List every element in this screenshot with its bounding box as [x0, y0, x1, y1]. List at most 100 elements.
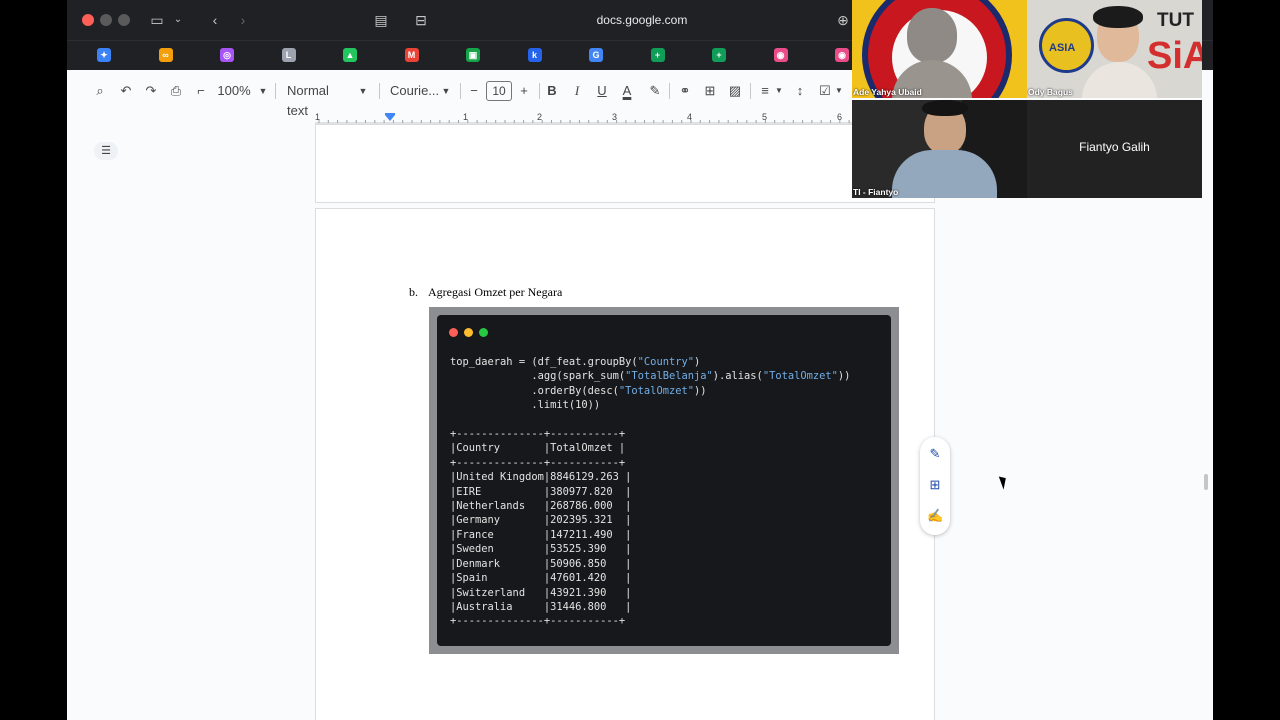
code-line: |Sweden |53525.390 | [450, 543, 632, 556]
decrease-font-size-icon[interactable]: − [467, 81, 481, 101]
code-line: |Germany |202395.321 | [450, 514, 632, 527]
redo-icon[interactable]: ↷ [142, 81, 160, 101]
chevron-down-icon[interactable]: ▼ [774, 81, 784, 101]
link-icon[interactable]: ⚭ [677, 81, 693, 101]
code-block: top_daerah = (df_feat.groupBy("Country")… [450, 355, 850, 629]
code-line: .agg(spark_sum("TotalBelanja").alias("To… [450, 370, 851, 383]
chevron-down-icon[interactable]: ▼ [357, 81, 369, 101]
vertical-scrollbar[interactable] [1204, 474, 1208, 490]
search-menus-icon[interactable]: ⌕ [91, 81, 109, 101]
code-line: |Switzerland |43921.390 | [450, 586, 632, 599]
code-screenshot-image[interactable]: top_daerah = (df_feat.groupBy("Country")… [429, 307, 899, 654]
asia-logo-text: ASIA [1049, 42, 1076, 54]
paint-format-icon[interactable]: ⌐ [192, 81, 210, 101]
bold-button[interactable]: B [545, 81, 559, 101]
dribbble-icon[interactable]: ◉ [773, 48, 788, 62]
code-line: |Spain |47601.420 | [450, 572, 632, 585]
paragraph-style-select[interactable]: Normal text [287, 81, 353, 118]
chevron-down-icon[interactable]: ⌄ [171, 10, 185, 30]
forward-button[interactable]: › [233, 10, 253, 30]
edit-suggest-icon[interactable]: ✎ [927, 446, 943, 462]
video-tile-participant-3[interactable]: TI - Fiantyo [852, 100, 1027, 198]
divider [669, 83, 670, 99]
align-icon[interactable]: ≡ [757, 81, 773, 101]
ruler[interactable]: 1 1 2 3 4 5 6 [315, 112, 855, 124]
print-icon[interactable]: ⎙ [167, 81, 185, 101]
close-window-button[interactable] [82, 14, 94, 26]
line-spacing-icon[interactable]: ↕ [791, 81, 809, 101]
divider [750, 83, 751, 99]
divider [275, 83, 276, 99]
dribbble-icon-2[interactable]: ◉ [835, 48, 849, 62]
participant-face [907, 8, 957, 63]
participant-hair [922, 100, 968, 116]
floating-side-toolbar: ✎ ⊞ ✍ [920, 437, 950, 535]
first-line-indent-icon[interactable] [385, 113, 395, 115]
sheets-icon[interactable]: + [650, 48, 665, 62]
code-line: |Australia |31446.800 | [450, 600, 632, 613]
chevron-down-icon[interactable]: ▼ [834, 81, 844, 101]
video-tile-participant-1[interactable]: Ade Yahya Ubaid [852, 0, 1027, 98]
folder-icon[interactable]: ▣ [466, 48, 480, 62]
code-line: |EIRE |380977.820 | [450, 485, 632, 498]
chevron-down-icon[interactable]: ▼ [257, 81, 269, 101]
document-page-previous[interactable] [315, 124, 935, 203]
minimize-dot-icon [464, 328, 473, 337]
letter-k-icon[interactable]: k [527, 48, 542, 62]
ruler-number: 3 [612, 112, 618, 122]
ruler-number: 5 [762, 112, 768, 122]
zoom-select[interactable]: 100% [217, 81, 251, 101]
drive-icon[interactable]: ▲ [343, 48, 357, 62]
code-line: +--------------+-----------+ [450, 456, 626, 469]
suggest-edits-icon[interactable]: ✍ [927, 508, 943, 524]
undo-icon[interactable]: ↶ [117, 81, 135, 101]
reader-icon[interactable]: ⊟ [411, 10, 431, 30]
text-color-button[interactable]: A [620, 81, 634, 101]
participant-name: Ody Bagus [1028, 87, 1073, 97]
app-icon[interactable]: ◎ [220, 48, 234, 62]
italic-button[interactable]: I [570, 81, 584, 101]
ruler-number: 6 [837, 112, 843, 122]
minimize-window-button[interactable] [100, 14, 112, 26]
heading-text: Agregasi Omzet per Negara [428, 285, 563, 299]
divider [379, 83, 380, 99]
divider [539, 83, 540, 99]
letter-l-icon[interactable]: L [281, 48, 296, 62]
code-line: |Country |TotalOmzet | [450, 442, 626, 455]
checklist-icon[interactable]: ☑ [817, 81, 833, 101]
chevron-down-icon[interactable]: ▼ [440, 81, 452, 101]
docs-tab-icon[interactable]: ▤ [371, 10, 391, 30]
gmail-icon[interactable]: M [404, 48, 419, 62]
back-button[interactable]: ‹ [205, 10, 225, 30]
extension-icon[interactable]: ⊕ [835, 10, 851, 30]
font-select[interactable]: Courie... [390, 81, 440, 101]
highlight-icon[interactable]: ✎ [647, 81, 663, 101]
sheets-icon-2[interactable]: + [712, 48, 726, 62]
maximize-window-button[interactable] [118, 14, 130, 26]
increase-font-size-icon[interactable]: + [517, 81, 531, 101]
list-item-heading[interactable]: b. Agregasi Omzet per Negara [409, 285, 562, 300]
code-line: |Denmark |50906.850 | [450, 557, 632, 570]
divider [460, 83, 461, 99]
add-comment-icon[interactable]: ⊞ [927, 477, 943, 493]
video-tile-participant-4[interactable]: Fiantyo Galih [1027, 100, 1202, 198]
gemini-icon[interactable]: ✦ [97, 48, 111, 62]
document-outline-icon[interactable]: ☰ [94, 142, 118, 160]
code-line: |Netherlands |268786.000 | [450, 500, 632, 513]
font-size-input[interactable]: 10 [486, 81, 512, 101]
address-bar[interactable]: docs.google.com [447, 10, 837, 30]
ruler-number: 4 [687, 112, 693, 122]
sidebar-toggle-icon[interactable]: ▭ [147, 10, 167, 30]
browser-window: ▭ ⌄ ‹ › ▤ ⊟ docs.google.com ⊕ ✦ ∞ ◎ L ▲ M ▣ k G +… [67, 0, 1213, 720]
underline-button[interactable]: U [595, 81, 609, 101]
participant-hair [1093, 6, 1143, 28]
close-dot-icon [449, 328, 458, 337]
infinity-icon[interactable]: ∞ [158, 48, 173, 62]
google-icon[interactable]: G [589, 48, 603, 62]
insert-image-icon[interactable]: ▨ [727, 81, 743, 101]
code-line: +--------------+-----------+ [450, 615, 626, 628]
code-line: top_daerah = (df_feat.groupBy("Country") [450, 356, 701, 368]
code-line: .limit(10)) [450, 399, 601, 412]
add-comment-icon[interactable]: ⊞ [702, 81, 718, 101]
video-tile-participant-2[interactable]: ASIA TUT SiA Ody Bagus [1027, 0, 1202, 98]
